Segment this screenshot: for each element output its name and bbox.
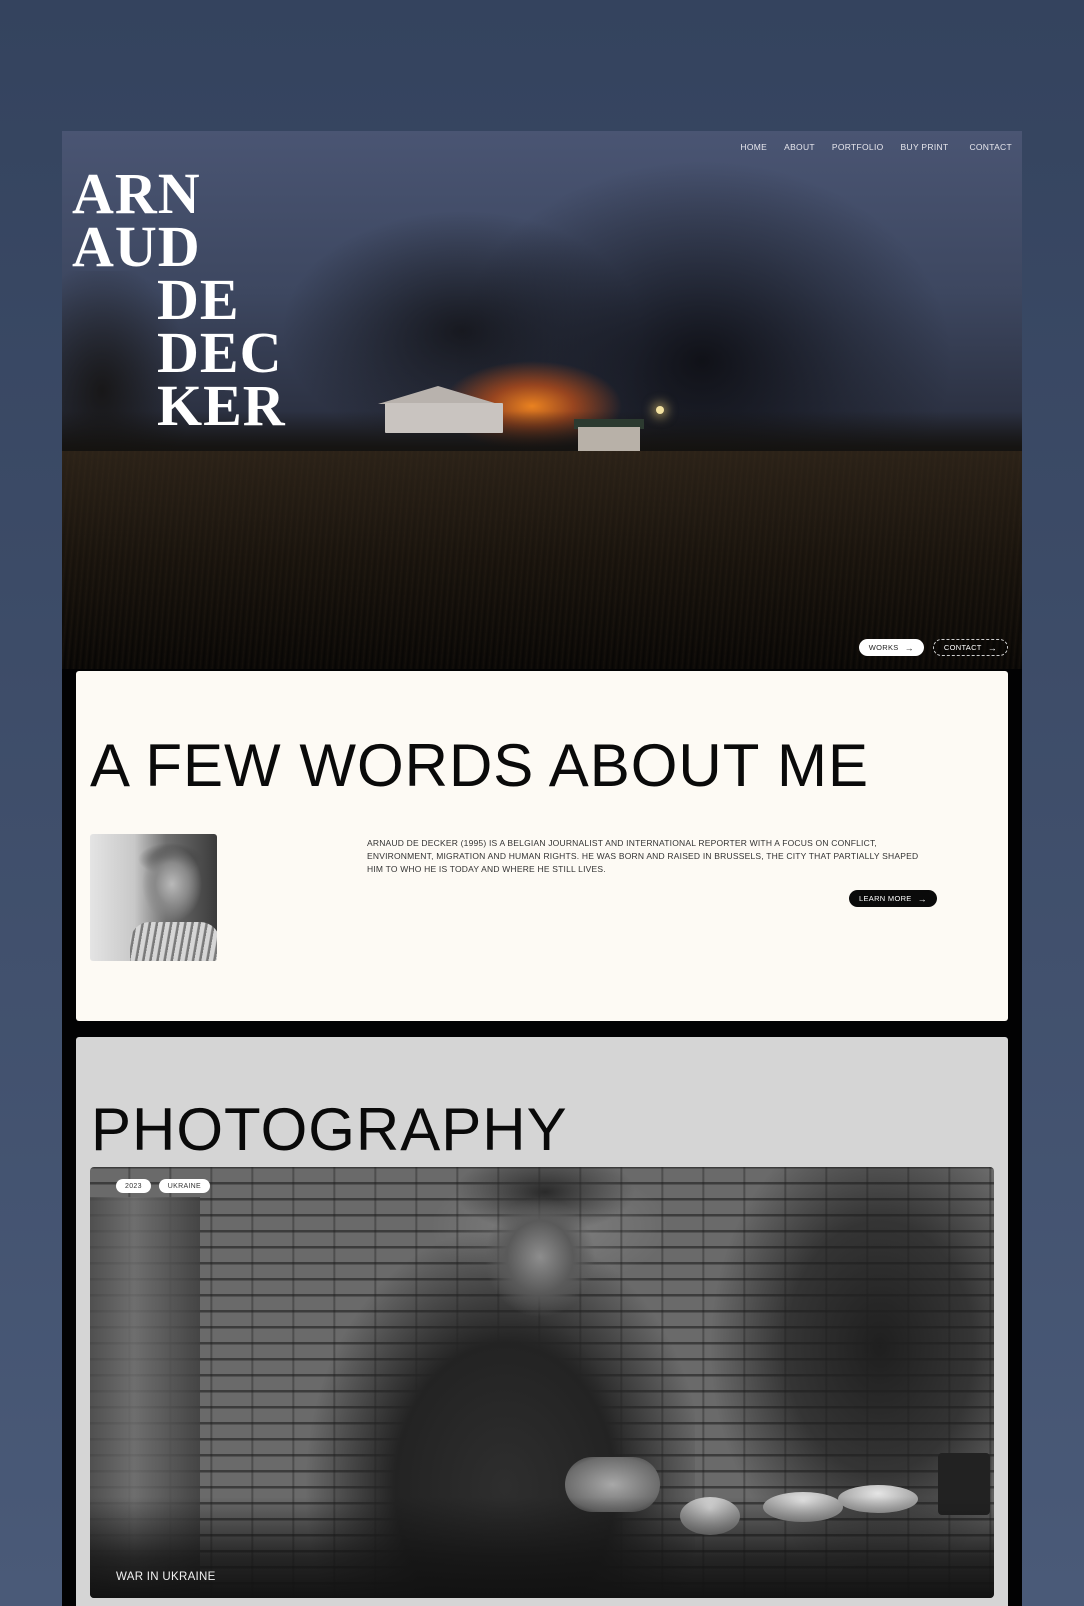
works-button-label: WORKS <box>868 643 899 652</box>
nav-item-contact[interactable]: CONTACT <box>969 142 1012 152</box>
main-nav: HOME ABOUT PORTFOLIO BUY PRINT CONTACT <box>740 142 1012 152</box>
logo-line: AUD <box>72 214 201 279</box>
photo-ground <box>90 1497 994 1598</box>
works-button[interactable]: WORKS → <box>858 639 924 656</box>
site-frame: ARN AUD DE DEC KER HOME ABOUT PORTFOLIO … <box>62 131 1022 1606</box>
tag-location[interactable]: UKRAINE <box>158 1179 210 1193</box>
contact-button-label: CONTACT <box>943 643 982 652</box>
nav-item-buy-print[interactable]: BUY PRINT <box>901 142 949 152</box>
hero-grass <box>62 451 1022 669</box>
about-section: A FEW WORDS ABOUT ME ARNAUD DE DECKER (1… <box>76 671 1008 1021</box>
photo-card-war-in-ukraine[interactable]: 2023 UKRAINE WAR IN UKRAINE <box>90 1167 994 1598</box>
logo-line: KER <box>157 373 286 438</box>
hero-streetlamp <box>656 406 664 414</box>
photo-caption: WAR IN UKRAINE <box>116 1571 216 1583</box>
logo-line: ARN <box>72 161 201 226</box>
arrow-right-icon: → <box>917 893 927 904</box>
photography-heading: PHOTOGRAPHY <box>91 1096 568 1163</box>
arrow-right-icon: → <box>904 642 914 653</box>
portrait-shirt <box>130 922 217 961</box>
hero-house-roof <box>378 386 498 404</box>
nav-item-about[interactable]: ABOUT <box>784 142 815 152</box>
photography-section: PHOTOGRAPHY 2023 UKRAINE WAR IN UKRAINE <box>76 1037 1008 1606</box>
hero-house <box>385 403 503 433</box>
nav-item-home[interactable]: HOME <box>740 142 767 152</box>
about-bio: ARNAUD DE DECKER (1995) IS A BELGIAN JOU… <box>367 838 919 874</box>
hero-actions: WORKS → CONTACT → <box>858 639 1008 656</box>
hero-section: ARN AUD DE DEC KER HOME ABOUT PORTFOLIO … <box>62 131 1022 669</box>
logo-line: DEC <box>157 320 283 385</box>
learn-more-wrapper: LEARN MORE → <box>849 888 937 907</box>
site-logo[interactable]: ARN AUD DE DEC KER <box>72 161 286 438</box>
contact-button[interactable]: CONTACT → <box>932 639 1008 656</box>
about-heading: A FEW WORDS ABOUT ME <box>90 732 869 799</box>
hero-shed <box>578 427 640 451</box>
learn-more-button[interactable]: LEARN MORE → <box>849 890 937 907</box>
learn-more-label: LEARN MORE <box>859 894 912 903</box>
logo-line: DE <box>157 267 240 332</box>
tag-year[interactable]: 2023 <box>116 1179 151 1193</box>
photo-tags: 2023 UKRAINE <box>116 1179 210 1193</box>
arrow-right-icon: → <box>987 642 997 653</box>
portrait-image <box>90 834 217 961</box>
nav-item-portfolio[interactable]: PORTFOLIO <box>832 142 884 152</box>
